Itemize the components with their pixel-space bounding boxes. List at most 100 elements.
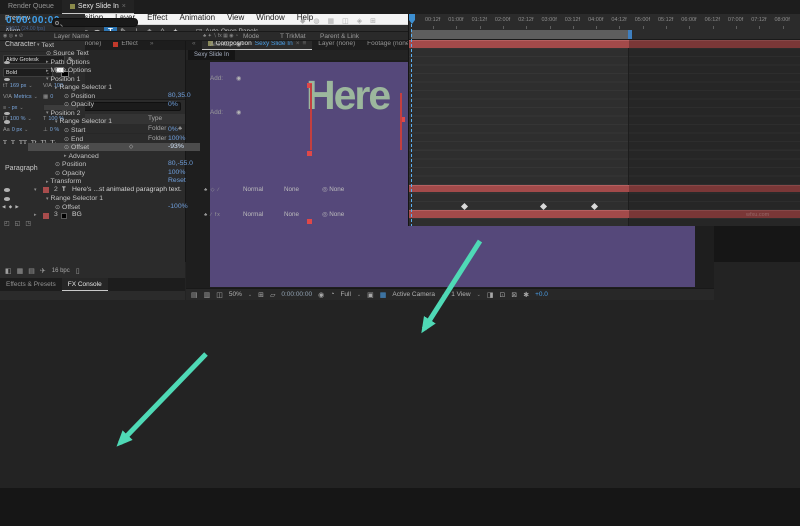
- trash-icon[interactable]: ▯: [76, 267, 80, 275]
- playhead-handle[interactable]: [409, 14, 415, 24]
- property-row[interactable]: ⊙ Source Text: [0, 50, 408, 59]
- layer-color-chip[interactable]: [43, 187, 49, 194]
- visibility-eye-icon[interactable]: [4, 60, 10, 65]
- twirl-icon[interactable]: ▸: [55, 85, 58, 91]
- stopwatch-icon[interactable]: ⊙: [55, 204, 60, 211]
- stopwatch-icon[interactable]: ⊙: [46, 50, 51, 57]
- property-value[interactable]: 100%: [168, 135, 185, 144]
- twirl-icon[interactable]: ▾: [55, 119, 58, 125]
- twirl-icon[interactable]: ▸: [64, 153, 67, 159]
- draft-3d-icon[interactable]: ◍: [313, 17, 319, 25]
- property-row[interactable]: ▸ Path Options: [0, 58, 408, 67]
- layer-duration-bar[interactable]: [409, 40, 800, 48]
- twirl-icon[interactable]: ▸: [46, 179, 49, 185]
- monitor-icon[interactable]: ▤: [191, 291, 198, 299]
- layer-duration-bar[interactable]: [409, 210, 800, 218]
- property-value[interactable]: -100%: [168, 203, 188, 212]
- work-area-bar[interactable]: [411, 30, 630, 39]
- stopwatch-icon[interactable]: ⊙: [55, 161, 60, 168]
- twirl-icon[interactable]: ▸: [46, 68, 49, 74]
- twirl-icon[interactable]: ▸: [34, 211, 37, 220]
- column-parent-link[interactable]: Parent & Link: [320, 32, 359, 41]
- pane-toggle-icon[interactable]: ◳: [25, 220, 31, 227]
- twirl-icon[interactable]: ▾: [34, 186, 37, 195]
- property-value[interactable]: Reset: [168, 177, 186, 186]
- footer-icon[interactable]: ✈: [40, 267, 46, 275]
- stopwatch-icon[interactable]: ⊙: [64, 127, 69, 134]
- playhead[interactable]: [409, 14, 415, 226]
- pixel-aspect-icon[interactable]: ◨: [487, 291, 494, 299]
- stopwatch-icon[interactable]: ⊙: [64, 136, 69, 143]
- motion-blur-icon[interactable]: ◈: [357, 17, 362, 25]
- fast-previews-icon[interactable]: ⊡: [499, 291, 505, 299]
- property-row[interactable]: ▾ Text Animate: ◉: [0, 41, 408, 50]
- twirl-icon[interactable]: ▸: [46, 59, 49, 65]
- layer-switches[interactable]: ♣ ∕ fx: [204, 211, 221, 220]
- property-value[interactable]: 80,35.0: [168, 92, 191, 101]
- trkmat-select[interactable]: None: [284, 211, 299, 220]
- timeline-search-input[interactable]: [52, 18, 138, 27]
- visibility-eye-icon[interactable]: [4, 77, 10, 82]
- property-value[interactable]: 0%: [168, 101, 178, 110]
- footer-icon[interactable]: ▦: [17, 267, 24, 275]
- property-value[interactable]: 80,-55.0: [168, 160, 193, 169]
- property-row[interactable]: ⊙ Opacity 0%: [0, 101, 408, 110]
- view-layout[interactable]: 1 View: [451, 291, 470, 298]
- blend-mode-select[interactable]: Normal: [243, 186, 263, 195]
- timeline-graph-area[interactable]: [409, 40, 800, 226]
- property-row[interactable]: ▾ Position 2 Add: ◉: [0, 109, 408, 118]
- column-trkmat[interactable]: T TrkMat: [280, 32, 306, 41]
- zoom-level[interactable]: 50%: [229, 291, 242, 298]
- property-row[interactable]: ⊙ Opacity 100%: [0, 169, 408, 178]
- pane-toggle-icon[interactable]: ◰: [4, 220, 10, 227]
- animator-add-icon[interactable]: ◉: [236, 109, 241, 118]
- stopwatch-icon[interactable]: ⊙: [64, 101, 69, 108]
- property-row[interactable]: ▾ Range Selector 1: [0, 194, 408, 203]
- layer-color-chip[interactable]: [43, 212, 49, 219]
- work-area-end-handle[interactable]: [628, 30, 632, 39]
- graph-editor-icon[interactable]: ⊞: [370, 17, 376, 25]
- camera-view[interactable]: Active Camera: [392, 291, 435, 298]
- layer-row[interactable]: ▸ 3 BG ♣ ∕ fx Normal None ◎ None: [0, 211, 408, 220]
- parent-link-select[interactable]: ◎ None: [322, 186, 344, 195]
- footer-icon[interactable]: ▤: [28, 267, 35, 275]
- close-icon[interactable]: ×: [122, 0, 126, 14]
- visibility-eye-icon[interactable]: [4, 188, 10, 193]
- footer-icon[interactable]: ◧: [5, 267, 12, 275]
- mask-visibility-icon[interactable]: ▱: [270, 291, 275, 299]
- animator-add-icon[interactable]: ◉: [236, 41, 241, 50]
- grid-guides-icon[interactable]: ⊞: [258, 291, 264, 299]
- property-value[interactable]: -93%: [168, 143, 184, 152]
- layer-switches[interactable]: ♣ ◇ ∕: [204, 186, 220, 195]
- property-row[interactable]: ⊙ Start 0%: [0, 126, 408, 135]
- channels-icon[interactable]: ◔: [330, 291, 334, 298]
- region-of-interest-icon[interactable]: ▣: [367, 291, 374, 299]
- layer-name[interactable]: BG: [72, 211, 82, 220]
- blend-mode-select[interactable]: Normal: [243, 211, 263, 220]
- layer-name[interactable]: Here's ...st animated paragraph text.: [72, 186, 182, 195]
- column-layer-name[interactable]: Layer Name: [54, 32, 89, 41]
- twirl-icon[interactable]: ▾: [46, 76, 49, 82]
- column-mode[interactable]: Mode: [243, 32, 259, 41]
- bit-depth[interactable]: 16 bpc: [52, 268, 70, 274]
- property-row[interactable]: ▾ Position 1 Add: ◉: [0, 75, 408, 84]
- property-row[interactable]: ⊙ Offset ◇ -93%: [0, 143, 408, 152]
- preview-timecode[interactable]: 0:00:00:00: [281, 291, 312, 298]
- visibility-eye-icon[interactable]: [4, 111, 10, 116]
- frame-blending-icon[interactable]: ◫: [342, 17, 349, 25]
- visibility-eye-icon[interactable]: [4, 197, 10, 201]
- parent-link-select[interactable]: ◎ None: [322, 211, 344, 220]
- tab-timeline-comp[interactable]: Sexy Slide In ×: [61, 0, 134, 14]
- tab-effects-presets[interactable]: Effects & Presets: [0, 278, 62, 291]
- property-value[interactable]: 0%: [168, 126, 178, 135]
- comp-mini-flowchart-icon[interactable]: ◆: [300, 17, 305, 25]
- stopwatch-icon[interactable]: ⊙: [55, 170, 60, 177]
- keyframe-navigator[interactable]: ◀ ◆ ▶: [2, 203, 20, 212]
- twirl-icon[interactable]: ▾: [46, 196, 49, 202]
- timeline-icon[interactable]: ⊠: [511, 291, 517, 299]
- monitor3-icon[interactable]: ◫: [216, 291, 223, 299]
- property-row[interactable]: ▸ Range Selector 1: [0, 84, 408, 93]
- flowchart-icon[interactable]: ✱: [523, 291, 529, 299]
- tab-fx-console[interactable]: FX Console: [61, 278, 108, 291]
- stopwatch-icon[interactable]: ⊙: [64, 93, 69, 100]
